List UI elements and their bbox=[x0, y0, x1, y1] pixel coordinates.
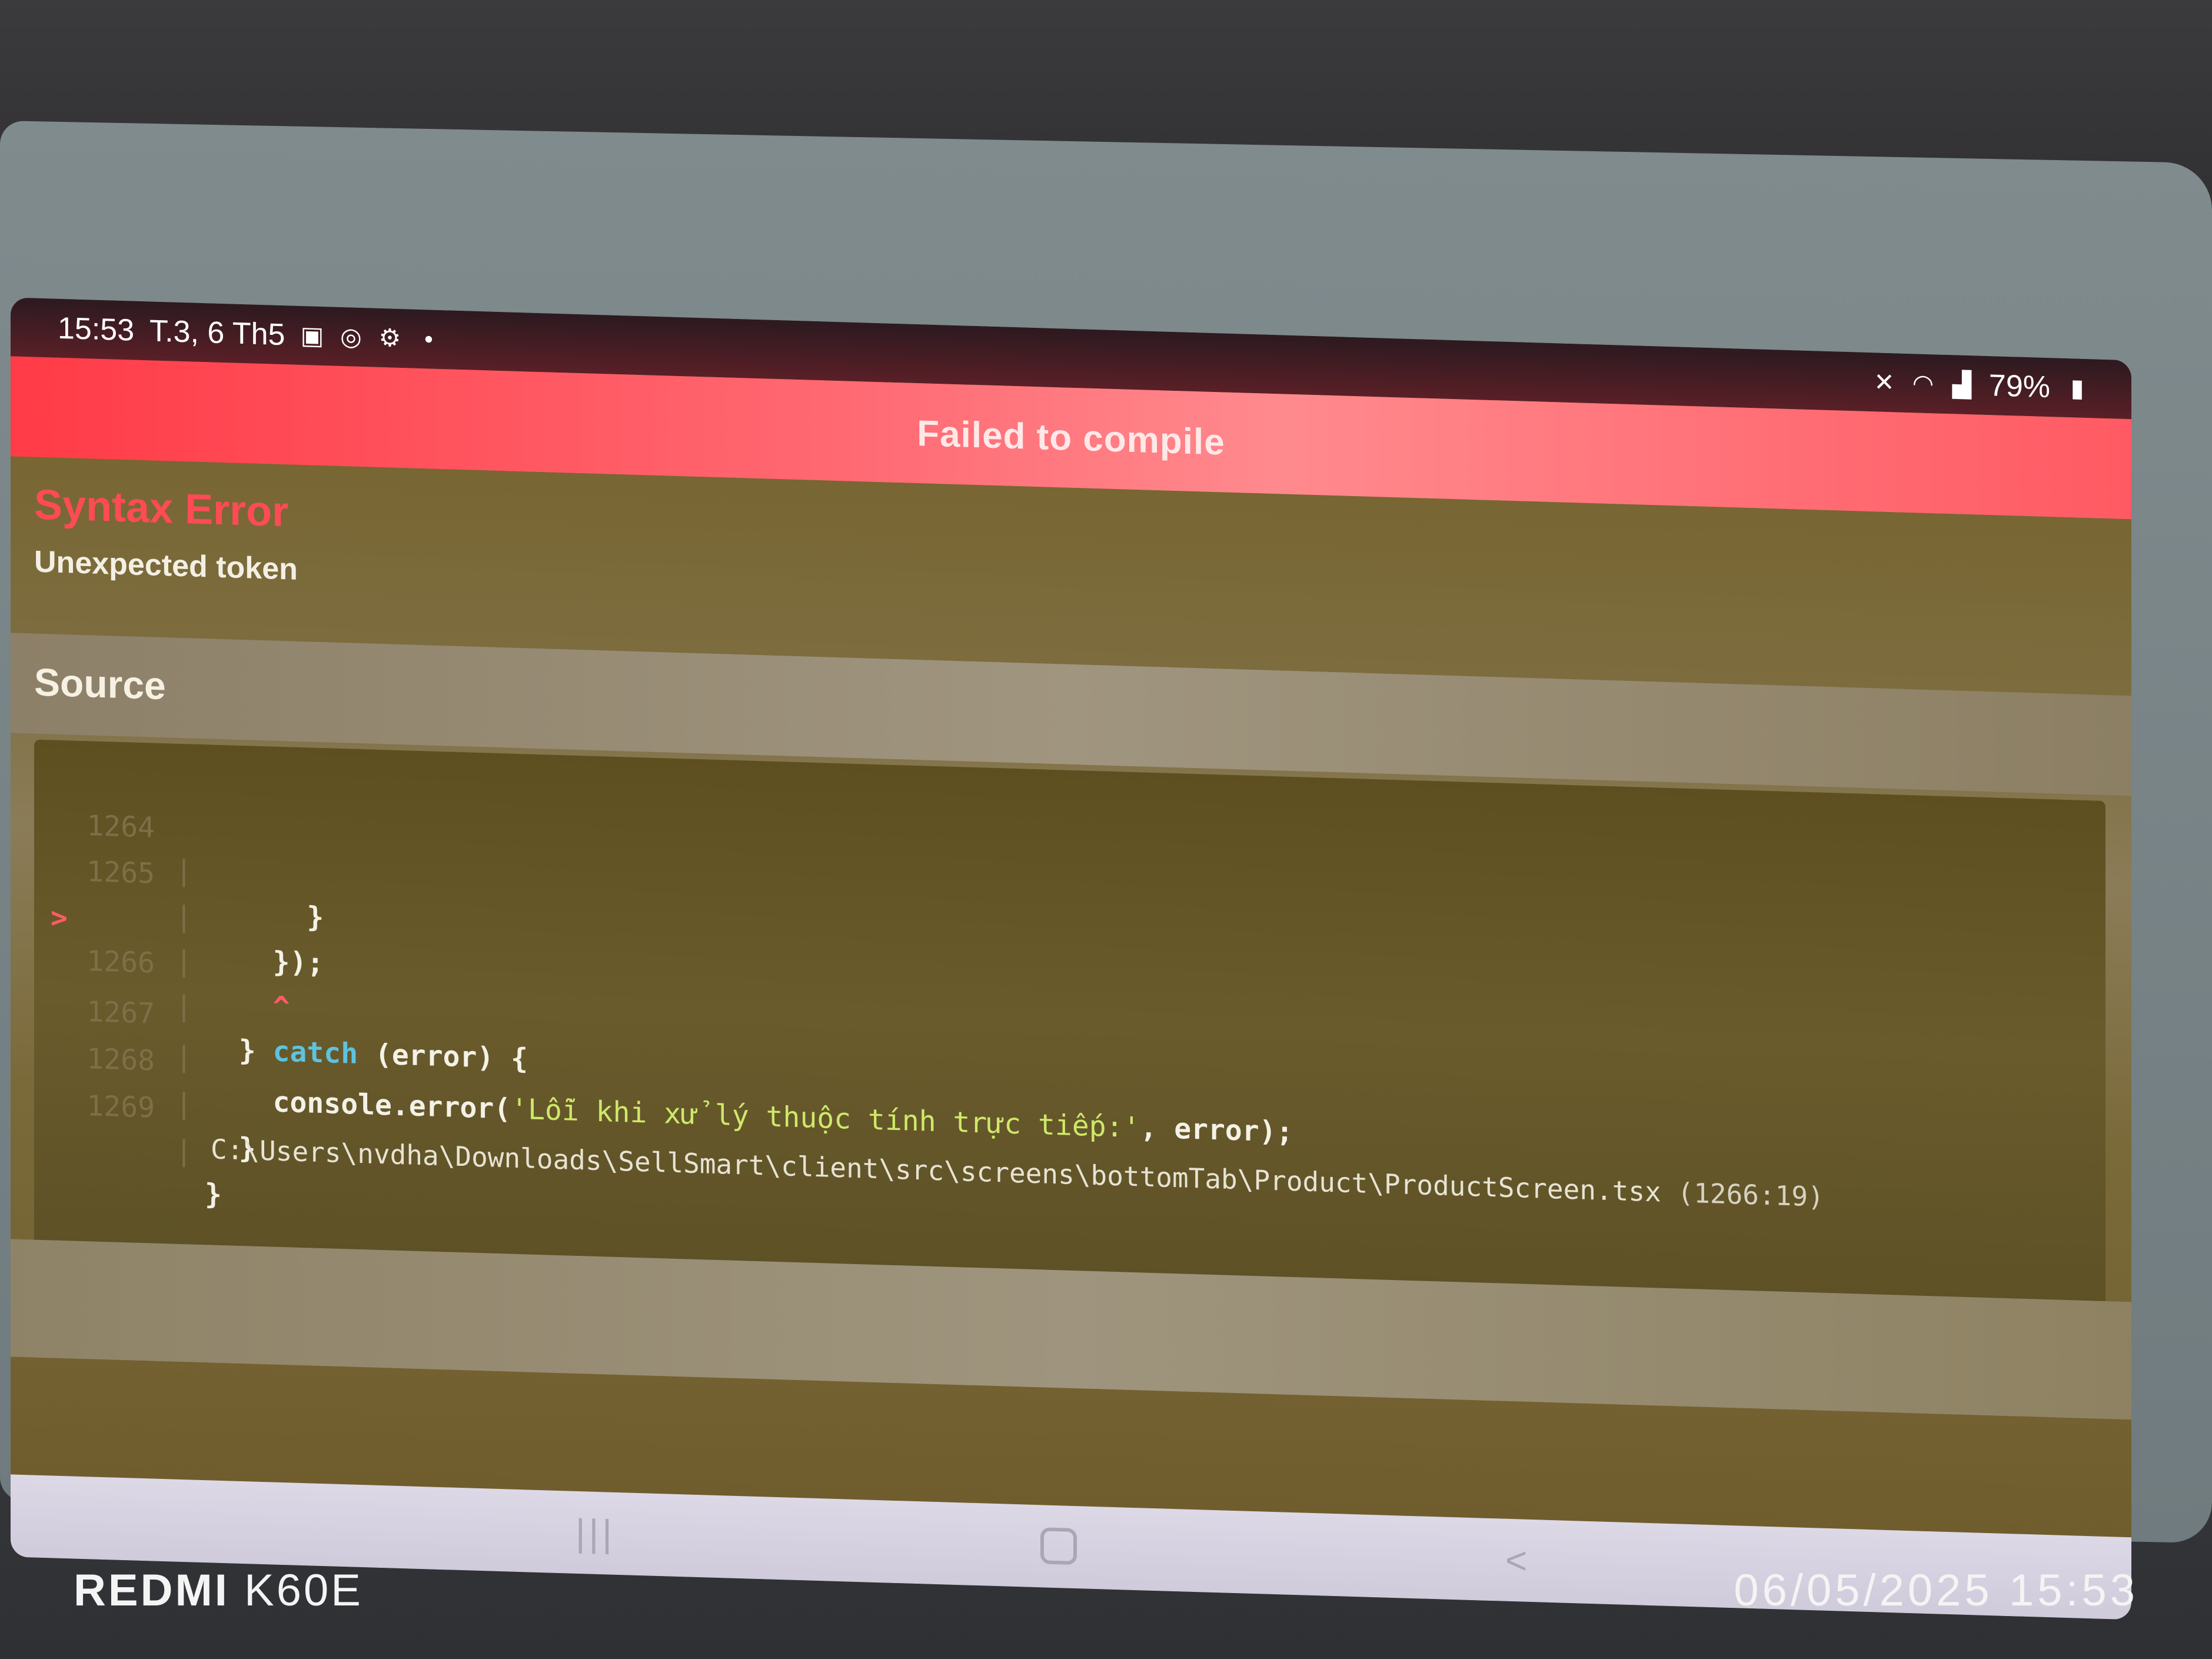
code-text: } bbox=[205, 1178, 222, 1211]
error-type: Syntax Error bbox=[34, 481, 289, 536]
camera-watermark: REDMI K60E 06/05/2025 15:53 bbox=[0, 1506, 2212, 1659]
file-path-text: C:\Users\nvdha\Downloads\SellSmart\clien… bbox=[211, 1133, 1661, 1208]
status-left: 15:53 T.3, 6 Th5 ▣ ◎ ⚙ • bbox=[58, 311, 440, 357]
dot-icon: • bbox=[424, 325, 433, 353]
page-title: Failed to compile bbox=[917, 413, 1225, 463]
watermark-datetime: 06/05/2025 15:53 bbox=[1734, 1565, 2138, 1615]
watermark-model: K60E bbox=[244, 1565, 363, 1615]
error-message: Unexpected token bbox=[34, 544, 298, 587]
code-frame: 1264 | } 1265 | }); > 1266 | } catch (er… bbox=[34, 739, 2105, 1307]
gutter-separator: | bbox=[175, 1134, 192, 1168]
message-icon: ▣ bbox=[300, 321, 324, 350]
error-summary: Syntax Error Unexpected token bbox=[34, 481, 298, 587]
device-frame: 15:53 T.3, 6 Th5 ▣ ◎ ⚙ • ✕ ◠ ▟ 79% ▮ Fai… bbox=[0, 121, 2212, 1620]
sync-icon: ◎ bbox=[340, 322, 362, 351]
battery-level: 79% bbox=[1988, 368, 2050, 405]
mute-icon: ✕ bbox=[1874, 368, 1895, 397]
wifi-icon: ◠ bbox=[1912, 369, 1934, 398]
file-location: (1266:19) bbox=[1677, 1176, 1824, 1213]
status-date: T.3, 6 Th5 bbox=[149, 314, 285, 353]
line-number: 1269 bbox=[87, 1089, 155, 1125]
battery-icon: ▮ bbox=[2070, 374, 2084, 402]
gear-icon: ⚙ bbox=[378, 323, 401, 353]
watermark-device: REDMI K60E bbox=[74, 1565, 363, 1616]
signal-icon: ▟ bbox=[1952, 370, 1972, 399]
error-overlay-content[interactable]: Syntax Error Unexpected token Source 126… bbox=[11, 456, 2131, 1567]
status-time: 15:53 bbox=[58, 311, 135, 348]
watermark-brand: REDMI bbox=[74, 1565, 229, 1615]
source-heading: Source bbox=[34, 660, 166, 708]
status-right: ✕ ◠ ▟ 79% ▮ bbox=[1872, 364, 2089, 406]
device-screen: 15:53 T.3, 6 Th5 ▣ ◎ ⚙ • ✕ ◠ ▟ 79% ▮ Fai… bbox=[11, 297, 2131, 1620]
